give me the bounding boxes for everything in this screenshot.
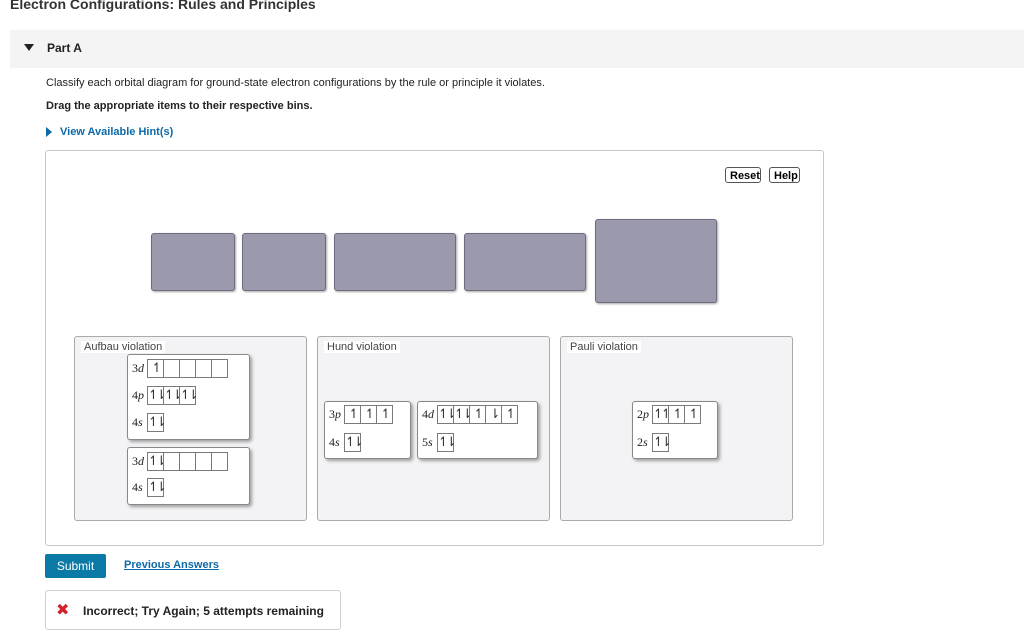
orbital-box: ↿⇂ [147, 386, 167, 405]
orbital-box [195, 359, 212, 378]
bin-title: Pauli violation [567, 341, 641, 353]
orbital-box: ↿⇂ [437, 433, 457, 452]
orbital-box: ↿ [501, 405, 518, 424]
answer-slot[interactable] [595, 219, 717, 303]
previous-answers-link[interactable]: Previous Answers [124, 559, 219, 571]
orbital-box: ⇂ [485, 405, 502, 424]
orbital-label: 4d [422, 407, 434, 421]
orbital-box: ↿ [360, 405, 377, 424]
bin-title: Hund violation [324, 341, 400, 353]
answer-slot[interactable] [242, 233, 326, 291]
drag-instruction: Drag the appropriate items to their resp… [46, 100, 313, 112]
orbital-box [179, 359, 196, 378]
orbital-box: ↿ [684, 405, 701, 424]
orbital-box [195, 452, 212, 471]
orbital-row: 4d ↿⇂ ↿⇂ ↿ ⇂ ↿ [422, 405, 518, 424]
orbital-box: ↿ [469, 405, 486, 424]
orbital-label: 3d [132, 454, 144, 468]
orbital-label: 3p [329, 407, 341, 421]
orbital-row: 4s ↿⇂ [132, 413, 167, 432]
orbital-box [163, 452, 180, 471]
orbital-box: ↿⇂ [179, 386, 199, 405]
orbital-box: ↿⇂ [163, 386, 183, 405]
orbital-row: 3p ↿ ↿ ↿ [329, 405, 393, 424]
orbital-row: 3d ↿⇂ [132, 452, 228, 471]
orbital-box: ↿⇂ [147, 452, 167, 471]
orbital-row: 3d ↿ [132, 359, 228, 378]
orbital-box: ↿⇂ [147, 478, 167, 497]
orbital-label: 3d [132, 361, 144, 375]
x-icon: ✖ [56, 600, 70, 619]
answer-slot[interactable] [151, 233, 235, 291]
part-header[interactable] [10, 30, 1024, 68]
view-hints-link[interactable]: View Available Hint(s) [60, 126, 173, 138]
orbital-box: ↿ [668, 405, 685, 424]
orbital-diagram-card[interactable]: 2p ↿↿ ↿ ↿ 2s ↿⇂ [632, 401, 718, 459]
submit-button[interactable]: Submit [45, 554, 106, 578]
orbital-box [163, 359, 180, 378]
orbital-diagram-card[interactable]: 3d ↿⇂ 4s ↿⇂ [127, 447, 250, 505]
caret-down-icon[interactable] [24, 44, 34, 51]
orbital-label: 2p [637, 407, 649, 421]
orbital-row: 2p ↿↿ ↿ ↿ [637, 405, 701, 424]
orbital-box: ↿ [344, 405, 361, 424]
feedback-text: Incorrect; Try Again; 5 attempts remaini… [83, 604, 324, 618]
orbital-label: 5s [422, 435, 433, 449]
orbital-row: 4p ↿⇂ ↿⇂ ↿⇂ [132, 386, 199, 405]
orbital-row: 4s ↿⇂ [132, 478, 167, 497]
reset-button[interactable]: Reset [725, 167, 761, 183]
orbital-box: ↿⇂ [344, 433, 364, 452]
orbital-box [179, 452, 196, 471]
help-button[interactable]: Help [769, 167, 800, 183]
orbital-label: 4p [132, 388, 144, 402]
orbital-diagram-card[interactable]: 3p ↿ ↿ ↿ 4s ↿⇂ [324, 401, 411, 459]
orbital-label: 4s [132, 480, 143, 494]
caret-right-icon[interactable] [46, 127, 52, 137]
orbital-box: ↿⇂ [437, 405, 457, 424]
orbital-box: ↿⇂ [453, 405, 473, 424]
orbital-label: 2s [637, 435, 648, 449]
orbital-label: 4s [329, 435, 340, 449]
bin-title: Aufbau violation [81, 341, 166, 353]
orbital-row: 4s ↿⇂ [329, 433, 364, 452]
answer-slot[interactable] [334, 233, 456, 291]
orbital-label: 4s [132, 415, 143, 429]
orbital-box: ↿ [147, 359, 164, 378]
orbital-row: 5s ↿⇂ [422, 433, 457, 452]
orbital-row: 2s ↿⇂ [637, 433, 672, 452]
orbital-box: ↿↿ [652, 405, 672, 424]
orbital-box: ↿⇂ [147, 413, 167, 432]
answer-slot[interactable] [464, 233, 586, 291]
orbital-box: ↿ [376, 405, 393, 424]
orbital-diagram-card[interactable]: 4d ↿⇂ ↿⇂ ↿ ⇂ ↿ 5s ↿⇂ [417, 401, 538, 459]
orbital-diagram-card[interactable]: 3d ↿ 4p ↿⇂ ↿⇂ ↿⇂ 4s ↿⇂ [127, 354, 250, 440]
instruction-text: Classify each orbital diagram for ground… [46, 77, 545, 89]
orbital-box [211, 452, 228, 471]
orbital-box [211, 359, 228, 378]
orbital-box: ↿⇂ [652, 433, 672, 452]
part-label[interactable]: Part A [47, 41, 82, 55]
page-title: Electron Configurations: Rules and Princ… [10, 0, 316, 12]
